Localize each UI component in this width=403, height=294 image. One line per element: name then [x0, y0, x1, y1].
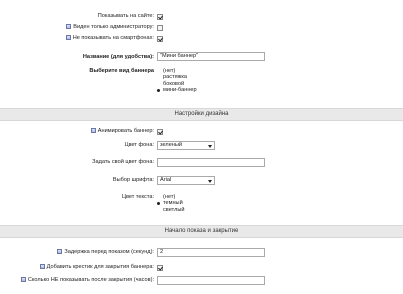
font-row: Выбор шрифта: Arial	[0, 176, 403, 186]
radio-dot	[157, 76, 160, 79]
admin-only-label: Виден только администратору:	[73, 24, 154, 30]
hide-on-phones-row: Не показывать на смартфонах:	[0, 34, 403, 44]
radio-label: мини-баннер	[163, 87, 197, 94]
radio-dot-selected	[157, 89, 160, 93]
delay-input[interactable]: 2	[157, 248, 265, 257]
name-row: Название (для удобства): "Мини баннер"	[0, 52, 403, 62]
help-icon[interactable]	[39, 263, 45, 269]
show-on-site-label: Показывать на сайте:	[97, 13, 154, 19]
bg-color-select[interactable]: зеленый	[157, 141, 215, 150]
name-input[interactable]: "Мини баннер"	[157, 52, 265, 61]
close-cross-checkbox[interactable]	[157, 264, 163, 271]
radio-dot	[157, 196, 160, 199]
delay-label: Задержка перед показом (секунд):	[64, 249, 154, 255]
delay-label-wrap: Задержка перед показом (секунд):	[57, 248, 154, 257]
hide-on-phones-label-wrap: Не показывать на смартфонах:	[65, 34, 154, 43]
chevron-down-icon	[208, 144, 212, 148]
help-icon[interactable]	[57, 248, 63, 254]
close-cross-label-wrap: Добавить крестик для закрытия баннера:	[39, 263, 154, 272]
radio-dot	[157, 83, 160, 86]
radio-dot	[157, 70, 160, 73]
font-value: Arial	[160, 177, 172, 183]
hide-after-close-row: Сколько НЕ показывать после закрытия (ча…	[0, 276, 403, 286]
text-color-label: Цвет текста:	[121, 194, 154, 200]
custom-bg-row: Задать свой цвет фона:	[0, 158, 403, 168]
bg-color-row: Цвет фона: зеленый	[0, 141, 403, 151]
radio-label: светлый	[163, 206, 185, 213]
hide-on-phones-checkbox[interactable]	[157, 35, 163, 42]
close-cross-row: Добавить крестик для закрытия баннера:	[0, 263, 403, 273]
text-color-radio-group: (нет) темный светлый	[157, 194, 184, 213]
text-color-row: Цвет текста:	[0, 193, 403, 203]
admin-only-label-wrap: Виден только администратору:	[66, 23, 154, 32]
custom-bg-label: Задать свой цвет фона:	[92, 159, 154, 165]
banner-type-option-mini[interactable]: мини-баннер	[157, 87, 197, 93]
font-label: Выбор шрифта:	[112, 177, 154, 183]
radio-label: темный	[163, 200, 183, 207]
animate-checkbox[interactable]	[157, 128, 163, 135]
admin-only-row: Виден только администратору:	[0, 23, 403, 33]
close-cross-label: Добавить крестик для закрытия баннера:	[46, 264, 154, 270]
show-on-site-checkbox[interactable]	[157, 13, 163, 20]
timing-section-header: Начало показа и закрытие	[0, 225, 403, 238]
chevron-down-icon	[208, 179, 212, 183]
help-icon[interactable]	[20, 276, 26, 282]
radio-dot	[157, 209, 160, 212]
banner-type-row: Выберите вид баннера	[0, 67, 403, 77]
hide-on-phones-label: Не показывать на смартфонах:	[72, 35, 154, 41]
custom-bg-input[interactable]	[157, 158, 265, 167]
animate-label: Анимировать баннер:	[97, 128, 154, 134]
radio-label: растяжка	[163, 74, 188, 81]
hide-after-close-label: Сколько НЕ показывать после закрытия (ча…	[27, 277, 154, 283]
animate-row: Анимировать баннер:	[0, 127, 403, 137]
animate-label-wrap: Анимировать баннер:	[90, 127, 154, 136]
text-color-option-light[interactable]: светлый	[157, 207, 184, 213]
radio-label: (нет)	[163, 68, 176, 74]
font-select[interactable]: Arial	[157, 176, 215, 185]
admin-only-checkbox[interactable]	[157, 24, 163, 31]
help-icon[interactable]	[65, 34, 71, 40]
name-label: Название (для удобства):	[82, 53, 154, 60]
hide-after-close-input[interactable]	[157, 276, 265, 285]
help-icon[interactable]	[90, 127, 96, 133]
delay-row: Задержка перед показом (секунд): 2	[0, 248, 403, 258]
design-section-header: Настройки дизайна	[0, 108, 403, 121]
hide-after-close-label-wrap: Сколько НЕ показывать после закрытия (ча…	[20, 276, 154, 285]
bg-color-label: Цвет фона:	[124, 142, 154, 148]
bg-color-value: зеленый	[160, 142, 183, 148]
radio-dot-selected	[157, 202, 160, 206]
radio-label: боковой	[163, 80, 185, 87]
show-on-site-row: Показывать на сайте:	[0, 12, 403, 22]
help-icon[interactable]	[66, 23, 72, 29]
banner-type-label: Выберите вид баннера	[89, 68, 154, 74]
banner-type-radio-group: (нет) растяжка боковой мини-баннер	[157, 68, 197, 94]
